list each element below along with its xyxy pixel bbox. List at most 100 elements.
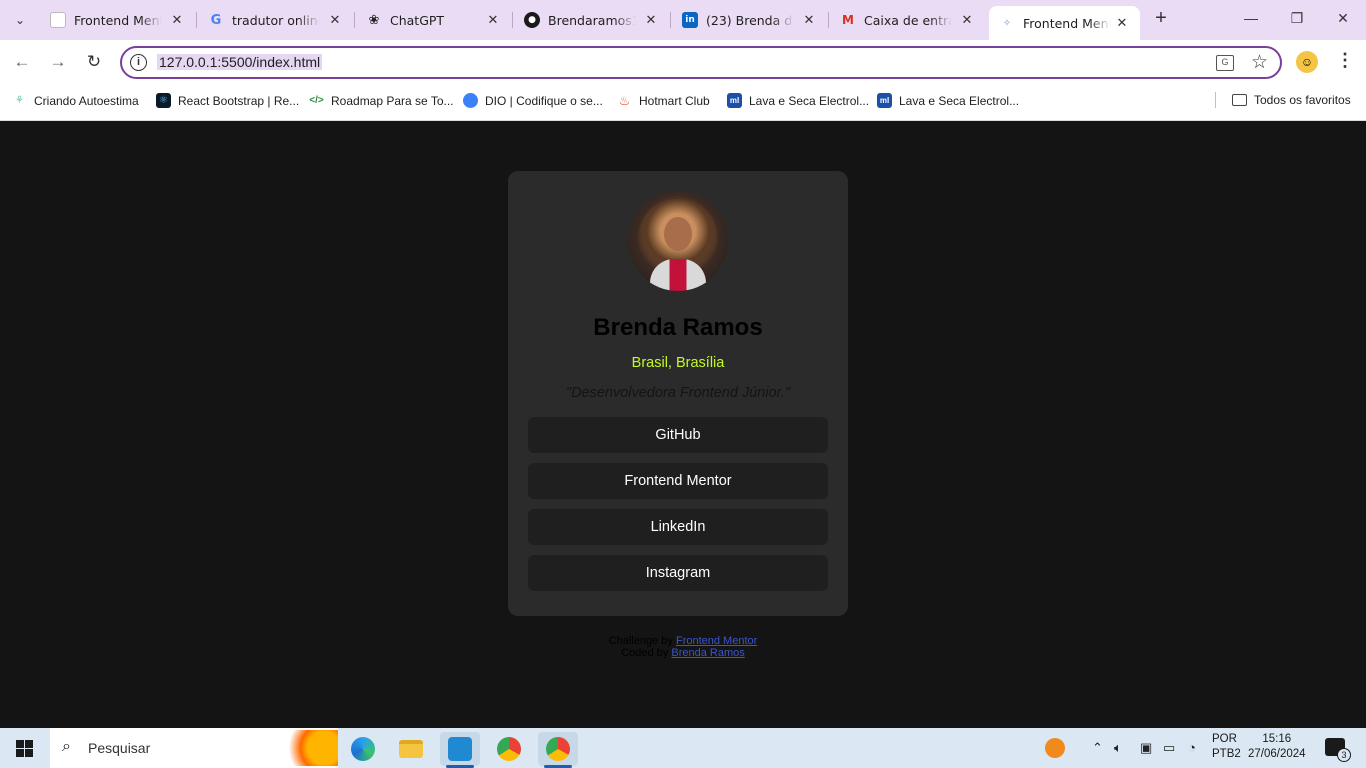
chevron-down-icon: ⌄ bbox=[14, 13, 26, 27]
address-bar[interactable]: i 127.0.0.1:5500/index.html G ☆ bbox=[120, 46, 1282, 79]
back-button[interactable]: ← bbox=[12, 52, 32, 72]
reload-button[interactable]: ↻ bbox=[84, 52, 104, 72]
bookmark-item[interactable]: ♨ Hotmart Club bbox=[617, 93, 710, 108]
wifi-icon[interactable]: ◔ bbox=[1188, 740, 1196, 755]
restore-button[interactable]: ❐ bbox=[1287, 10, 1307, 27]
google-icon: G bbox=[210, 12, 222, 28]
bookmarks-bar: ⚘ Criando Autoestima ⚛ React Bootstrap |… bbox=[0, 85, 1366, 121]
close-icon[interactable]: ✕ bbox=[327, 13, 343, 28]
taskbar-file-explorer[interactable] bbox=[391, 732, 431, 766]
minimize-button[interactable]: — bbox=[1241, 10, 1261, 26]
all-bookmarks-folder[interactable]: Todos os favoritos bbox=[1232, 93, 1351, 107]
ml-icon: ml bbox=[727, 93, 742, 108]
taskbar-edge[interactable] bbox=[343, 732, 383, 766]
window-close-button[interactable]: ✕ bbox=[1333, 10, 1353, 27]
bookmark-item[interactable]: ⚘ Criando Autoestima bbox=[12, 93, 139, 108]
taskbar-chrome-profile[interactable] bbox=[538, 732, 578, 768]
profile-card: Brenda Ramos Brasil, Brasília "Desenvolv… bbox=[508, 171, 848, 616]
reload-icon: ↻ bbox=[86, 52, 102, 71]
all-bookmarks-label: Todos os favoritos bbox=[1254, 93, 1351, 107]
folder-icon bbox=[399, 740, 423, 758]
close-icon[interactable]: ✕ bbox=[959, 13, 975, 28]
profile-avatar[interactable]: ☺ bbox=[1296, 51, 1318, 73]
tab-gmail[interactable]: M Caixa de entrada ✕ bbox=[830, 6, 985, 34]
site-info-icon[interactable]: i bbox=[130, 54, 147, 71]
tab-separator bbox=[196, 12, 197, 28]
linkedin-link-button[interactable]: LinkedIn bbox=[528, 509, 828, 545]
instagram-link-button[interactable]: Instagram bbox=[528, 555, 828, 591]
bookmark-item[interactable]: </> Roadmap Para se To... bbox=[309, 93, 454, 108]
close-icon[interactable]: ✕ bbox=[1114, 16, 1130, 31]
bookmark-item[interactable]: ml Lava e Seca Electrol... bbox=[727, 93, 869, 108]
url-text[interactable]: 127.0.0.1:5500/index.html bbox=[157, 54, 323, 70]
dio-icon bbox=[463, 93, 478, 108]
tray-weather[interactable] bbox=[1045, 738, 1065, 758]
tab-separator bbox=[828, 12, 829, 28]
bookmark-item[interactable]: DIO | Codifique o se... bbox=[463, 93, 603, 108]
taskbar-search-box[interactable]: ⌕ Pesquisar bbox=[50, 728, 338, 768]
attribution-coded: Coded by Brenda Ramos bbox=[0, 647, 1366, 659]
display-icon[interactable]: ▣ bbox=[1140, 740, 1152, 756]
language-indicator[interactable]: POR PTB2 bbox=[1212, 732, 1241, 762]
avatar bbox=[628, 191, 728, 291]
page-viewport: Brenda Ramos Brasil, Brasília "Desenvolv… bbox=[0, 121, 1366, 728]
link-icon: ⚘ bbox=[15, 95, 24, 106]
avatar-shirt bbox=[650, 259, 706, 291]
ml-icon: ml bbox=[877, 93, 892, 108]
menu-kebab-icon[interactable]: ⋮ bbox=[1336, 50, 1354, 71]
tab-linkedin[interactable]: in (23) Brenda da C ✕ bbox=[672, 6, 827, 34]
keyboard-layout: PTB2 bbox=[1212, 748, 1241, 760]
github-icon: ● bbox=[524, 12, 540, 28]
clock-time: 15:16 bbox=[1262, 733, 1292, 745]
code-icon: </> bbox=[309, 95, 324, 106]
bookmark-label: DIO | Codifique o se... bbox=[485, 93, 603, 108]
github-link-button[interactable]: GitHub bbox=[528, 417, 828, 453]
author-attribution-link[interactable]: Brenda Ramos bbox=[671, 647, 744, 659]
battery-icon[interactable]: ▭ bbox=[1163, 740, 1175, 756]
bookmark-label: Lava e Seca Electrol... bbox=[749, 93, 870, 108]
close-icon[interactable]: ✕ bbox=[801, 13, 817, 28]
arrow-right-icon: → bbox=[49, 52, 67, 71]
tab-frontend-mentor[interactable]: Frontend Mentor ✕ bbox=[40, 6, 195, 34]
windows-start-icon[interactable] bbox=[16, 740, 33, 757]
windows-taskbar: ⌕ Pesquisar ⌃ 🔈︎ ▣ ▭ ◔ POR PTB2 15:16 27… bbox=[0, 728, 1366, 768]
chrome-icon bbox=[546, 737, 570, 761]
hotmart-icon: ♨ bbox=[618, 92, 631, 108]
bookmark-label: Criando Autoestima bbox=[34, 93, 139, 108]
bookmark-item[interactable]: ⚛ React Bootstrap | Re... bbox=[156, 93, 299, 108]
close-icon[interactable]: ✕ bbox=[169, 13, 185, 28]
forward-button[interactable]: → bbox=[48, 52, 68, 72]
volume-icon[interactable]: 🔈︎ bbox=[1114, 740, 1122, 756]
taskbar-chrome[interactable] bbox=[489, 732, 529, 766]
bookmark-label: Roadmap Para se To... bbox=[331, 93, 454, 108]
bookmark-star-icon[interactable]: ☆ bbox=[1251, 51, 1268, 74]
gmail-icon: M bbox=[842, 13, 854, 27]
frontend-mentor-link-button[interactable]: Frontend Mentor bbox=[528, 463, 828, 499]
taskbar-vscode[interactable] bbox=[440, 732, 480, 768]
notification-count-badge: 3 bbox=[1337, 748, 1351, 762]
tab-title: Brendaramos116 bbox=[548, 12, 636, 28]
tab-chatgpt[interactable]: ❀ ChatGPT ✕ bbox=[356, 6, 511, 34]
tab-google-translate[interactable]: G tradutor online - ✕ bbox=[198, 6, 353, 34]
close-icon[interactable]: ✕ bbox=[485, 13, 501, 28]
translate-icon[interactable]: G bbox=[1216, 55, 1234, 71]
tab-search-button[interactable]: ⌄ bbox=[8, 8, 32, 32]
taskbar-clock[interactable]: 15:16 27/06/2024 bbox=[1248, 732, 1306, 762]
tab-title: tradutor online - bbox=[232, 12, 320, 28]
chrome-icon bbox=[497, 737, 521, 761]
frontend-mentor-attribution-link[interactable]: Frontend Mentor bbox=[676, 635, 757, 647]
arrow-left-icon: ← bbox=[13, 52, 31, 71]
tab-title: Frontend Mentor bbox=[1023, 15, 1111, 31]
taskbar-search-placeholder: Pesquisar bbox=[88, 740, 151, 756]
notification-center-icon[interactable]: 3 bbox=[1325, 738, 1351, 762]
bookmarks-separator bbox=[1215, 92, 1216, 108]
close-icon[interactable]: ✕ bbox=[643, 13, 659, 28]
bookmark-item[interactable]: ml Lava e Seca Electrol... bbox=[877, 93, 1019, 108]
chevron-up-icon[interactable]: ⌃ bbox=[1092, 740, 1103, 756]
new-tab-button[interactable]: + bbox=[1150, 8, 1172, 30]
tab-separator bbox=[512, 12, 513, 28]
tab-frontend-mentor-active[interactable]: ✧ Frontend Mentor ✕ bbox=[989, 6, 1140, 40]
tab-github[interactable]: ● Brendaramos116 ✕ bbox=[514, 6, 669, 34]
search-icon: ⌕ bbox=[62, 738, 71, 755]
react-bootstrap-icon: ⚛ bbox=[156, 93, 171, 108]
